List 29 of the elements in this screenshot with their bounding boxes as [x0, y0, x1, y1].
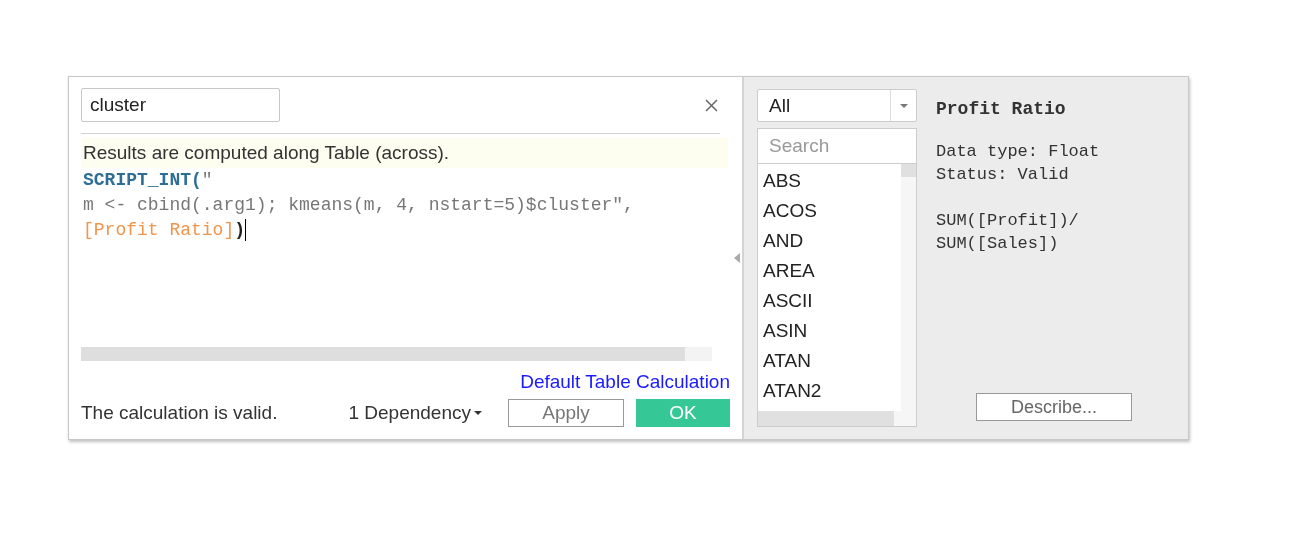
formula-editor[interactable]: SCRIPT_INT(" m <- cbind(.arg1); kmeans(m, 4, nstart=5)$cluster", [Profit Ratio]): [81, 168, 730, 243]
field-title: Profit Ratio: [936, 99, 1067, 119]
dependency-dropdown[interactable]: 1 Dependency: [348, 402, 482, 424]
default-table-calculation-link[interactable]: Default Table Calculation: [520, 371, 730, 393]
vertical-scrollbar[interactable]: [901, 164, 916, 411]
function-item[interactable]: ATAN: [758, 346, 901, 376]
apply-button[interactable]: Apply: [508, 399, 624, 427]
function-item[interactable]: AND: [758, 226, 901, 256]
caret-icon: [899, 103, 908, 108]
collapse-handle-icon[interactable]: [734, 253, 740, 263]
function-item[interactable]: ABS: [758, 166, 901, 196]
function-item[interactable]: ASIN: [758, 316, 901, 346]
horizontal-scrollbar[interactable]: [758, 411, 916, 426]
caret-icon: [474, 410, 482, 416]
category-dropdown[interactable]: All: [757, 89, 917, 122]
formula-line: SUM([Profit])/: [936, 210, 1080, 232]
calculation-name-field[interactable]: cluster: [81, 88, 280, 122]
field-property: Status: Valid: [936, 164, 1070, 186]
function-item[interactable]: ACOS: [758, 196, 901, 226]
computation-notice: Results are computed along Table (across).: [81, 138, 728, 168]
close-icon[interactable]: [705, 98, 718, 112]
validation-status: The calculation is valid.: [81, 402, 279, 424]
describe-button[interactable]: Describe...: [976, 393, 1132, 421]
formula-line: SUM([Sales]): [936, 233, 1060, 255]
function-item[interactable]: ASCII: [758, 286, 901, 316]
horizontal-scrollbar[interactable]: [81, 347, 712, 361]
function-item[interactable]: AREA: [758, 256, 901, 286]
field-property: Data type: Float: [936, 141, 1101, 163]
function-item[interactable]: ATAN2: [758, 376, 901, 406]
